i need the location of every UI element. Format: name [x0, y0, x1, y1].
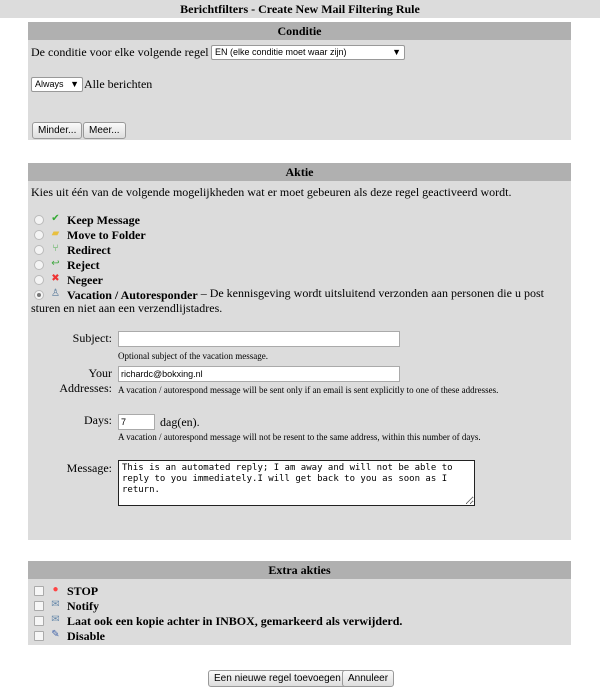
subject-label: Subject: [72, 331, 112, 345]
section-header: Aktie [28, 163, 571, 181]
extra-label: Laat ook een kopie achter in INBOX, gema… [67, 614, 403, 628]
extra-label: Notify [67, 599, 99, 613]
dropdown-arrow-icon: ▼ [392, 47, 401, 57]
condition-select-value: EN (elke conditie moet waar zijn) [215, 47, 347, 57]
action-radio[interactable] [34, 230, 44, 240]
vacation-description: Vacation / Autoresponder – De kennisgevi… [31, 286, 566, 316]
action-radio[interactable] [34, 260, 44, 270]
days-input[interactable]: 7 [118, 414, 155, 430]
days-unit: dag(en). [160, 415, 200, 429]
action-option[interactable]: ▰ Move to Folder [28, 228, 328, 243]
action-label: Redirect [67, 243, 111, 257]
always-select-value: Always [35, 79, 64, 89]
vacation-desc: – De kennisgeving wordt uitsluitend verz… [31, 286, 544, 315]
aktie-section: Aktie Kies uit één van de volgende mogel… [28, 163, 571, 540]
redirect-icon: ⑂ [52, 243, 59, 254]
addresses-input[interactable]: richardc@bokxing.nl [118, 366, 400, 382]
cancel-button[interactable]: Annuleer [342, 670, 395, 687]
action-label: Reject [67, 258, 100, 272]
days-help: A vacation / autorespond message will no… [118, 432, 481, 442]
condition-select[interactable]: EN (elke conditie moet waar zijn) ▼ [211, 45, 405, 60]
stop-icon: ● [52, 584, 59, 595]
action-label: Keep Message [67, 213, 140, 227]
action-option[interactable]: ↩ Reject [28, 258, 328, 273]
aktie-intro: Kies uit één van de volgende mogelijkhed… [31, 185, 512, 199]
extra-section: Extra akties ● STOP ✉ Notify ✉ Laat ook een k… [28, 561, 571, 645]
folder-icon: ▰ [51, 228, 60, 239]
always-select[interactable]: Always ▼ [31, 77, 83, 92]
message-textarea[interactable] [118, 460, 475, 506]
extra-option[interactable]: ✉ Laat ook een kopie achter in INBOX, gem… [28, 614, 528, 629]
section-header: Conditie [28, 22, 571, 40]
vacation-form: Subject: Optional subject of the vacatio… [28, 329, 571, 519]
disable-icon: ✎ [51, 629, 60, 640]
conditie-section: Conditie De conditie voor elke volgende … [28, 22, 571, 140]
extra-label: STOP [67, 584, 99, 598]
extra-label: Disable [67, 629, 106, 643]
subject-input[interactable] [118, 331, 400, 347]
extra-option[interactable]: ✉ Notify [28, 599, 528, 614]
dropdown-arrow-icon: ▼ [70, 79, 79, 89]
addresses-label-1: Your [88, 366, 112, 380]
page-title: Berichtfilters - Create New Mail Filteri… [0, 0, 600, 18]
message-label: Message: [66, 461, 112, 475]
section-header: Extra akties [28, 561, 571, 579]
condition-label: De conditie voor elke volgende regel is: [31, 45, 223, 59]
action-radio[interactable] [34, 245, 44, 255]
extra-checkbox[interactable] [34, 601, 44, 611]
envelope-copy-icon: ✉ [51, 614, 60, 625]
action-option[interactable]: ⑂ Redirect [28, 243, 328, 258]
more-button[interactable]: Meer... [83, 122, 126, 139]
extra-checkbox[interactable] [34, 631, 44, 641]
addresses-label-2: Addresses: [59, 381, 112, 395]
envelope-icon: ✉ [51, 599, 60, 610]
reject-icon: ↩ [51, 258, 60, 269]
days-label: Days: [84, 413, 112, 427]
always-text: Alle berichten [84, 77, 153, 91]
check-icon: ✔ [51, 213, 60, 224]
addresses-help: A vacation / autorespond message will be… [118, 385, 499, 395]
extra-checkbox[interactable] [34, 586, 44, 596]
extra-option[interactable]: ● STOP [28, 584, 528, 599]
extra-option[interactable]: ✎ Disable [28, 629, 528, 644]
action-radio[interactable] [34, 275, 44, 285]
action-option[interactable]: ✔ Keep Message [28, 213, 328, 228]
x-icon: ✖ [51, 273, 60, 284]
extra-checkbox[interactable] [34, 616, 44, 626]
less-button[interactable]: Minder... [32, 122, 83, 139]
action-radio[interactable] [34, 215, 44, 225]
add-rule-button[interactable]: Een nieuwe regel toevoegen [208, 670, 347, 687]
action-label: Move to Folder [67, 228, 146, 242]
subject-help: Optional subject of the vacation message… [118, 351, 268, 361]
